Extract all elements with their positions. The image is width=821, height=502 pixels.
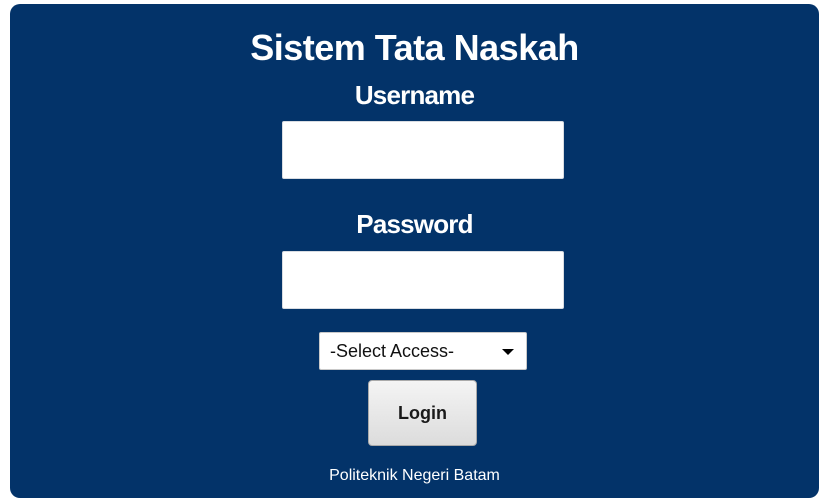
access-select[interactable]: -Select Access- bbox=[319, 332, 527, 370]
app-title: Sistem Tata Naskah bbox=[250, 27, 579, 68]
password-label: Password bbox=[356, 209, 473, 239]
username-input[interactable] bbox=[282, 121, 564, 179]
login-button[interactable]: Login bbox=[368, 380, 477, 446]
footer-institution: Politeknik Negeri Batam bbox=[329, 467, 500, 484]
chevron-down-icon bbox=[502, 349, 514, 355]
password-input[interactable] bbox=[282, 251, 564, 309]
access-select-value: -Select Access- bbox=[330, 340, 455, 361]
login-panel: Sistem Tata Naskah Username Password -Se… bbox=[10, 4, 819, 498]
username-label: Username bbox=[354, 80, 475, 110]
